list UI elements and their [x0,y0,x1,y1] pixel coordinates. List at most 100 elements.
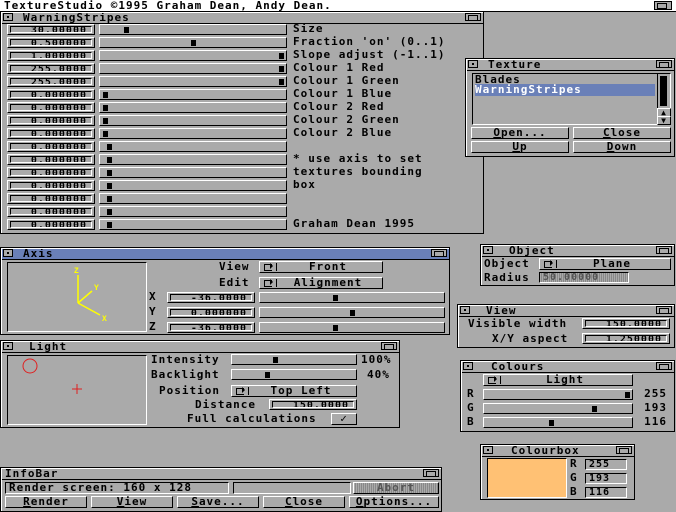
parameter-slider[interactable] [99,141,287,152]
slider-knob[interactable] [103,131,108,137]
scroll-down-arrow-icon[interactable]: ▼ [657,116,671,125]
slider-knob[interactable] [549,420,555,426]
view-titlebar[interactable]: View [458,304,674,317]
close-gadget-icon[interactable] [3,342,13,350]
slider-knob[interactable] [106,157,112,163]
parameter-slider[interactable] [99,180,287,191]
save-button[interactable]: Save... [177,496,259,508]
close-gadget-icon[interactable] [483,446,493,454]
close-gadget-icon[interactable] [460,306,470,314]
options-button[interactable]: Options... [349,496,439,508]
colour-channel-slider[interactable] [483,417,633,428]
parameter-slider[interactable] [99,154,287,165]
scrollbar-knob[interactable] [660,76,667,106]
full-calculations-checkbox[interactable]: ✓ [331,413,357,425]
slider-knob[interactable] [124,27,130,33]
slider-knob[interactable] [279,79,284,85]
list-item-selected[interactable]: WarningStripes [475,84,655,96]
backlight-slider[interactable] [231,369,357,380]
texture-list[interactable]: Blades WarningStripes [472,73,658,125]
depth-gadget-icon[interactable] [656,362,672,370]
slider-knob[interactable] [279,53,284,59]
parameter-slider[interactable] [99,76,287,87]
slider-knob[interactable] [103,92,108,98]
slider-knob[interactable] [272,357,278,363]
axis-slider[interactable] [259,307,445,318]
parameter-value-input[interactable]: 0.000000 [7,102,95,113]
axis-value-input[interactable]: -36.0000 [167,322,255,333]
light-preview[interactable] [7,355,147,425]
parameter-slider[interactable] [99,193,287,204]
view-button[interactable]: View [91,496,173,508]
axis-value-input[interactable]: -36.0000 [167,292,255,303]
slider-knob[interactable] [350,310,355,316]
axis-preview[interactable]: Z Y X [7,262,147,332]
object-titlebar[interactable]: Object [481,244,674,257]
parameter-value-input[interactable]: 255.0000 [7,63,95,74]
screen-depth-gadget[interactable] [654,1,672,10]
parameter-slider[interactable] [99,102,287,113]
parameter-value-input[interactable]: 0.000000 [7,219,95,230]
close-gadget-icon[interactable] [483,246,493,254]
parameter-value-input[interactable]: 0.000000 [7,141,95,152]
parameter-value-input[interactable]: 1.000000 [7,50,95,61]
parameter-value-input[interactable]: 0.000000 [7,89,95,100]
intensity-slider[interactable] [231,354,357,365]
parameter-slider[interactable] [99,206,287,217]
colour-channel-slider[interactable] [483,403,633,414]
open-button[interactable]: Open... [471,127,569,139]
slider-knob[interactable] [106,209,112,215]
slider-knob[interactable] [106,144,112,150]
axis-slider[interactable] [259,322,445,333]
parameter-slider[interactable] [99,167,287,178]
distance-input[interactable]: 150.0000 [269,399,357,410]
slider-knob[interactable] [103,105,108,111]
render-button[interactable]: Render [5,496,87,508]
depth-gadget-icon[interactable] [423,469,439,477]
down-button[interactable]: Down [573,141,671,153]
view-cycle-button[interactable]: Front [259,261,383,273]
close-button[interactable]: Close [573,127,671,139]
depth-gadget-icon[interactable] [616,446,632,454]
parameter-slider[interactable] [99,24,287,35]
parameter-value-input[interactable]: 0.500000 [7,37,95,48]
parameter-value-input[interactable]: 30.00000 [7,24,95,35]
close-gadget-icon[interactable] [468,60,478,68]
slider-knob[interactable] [191,40,196,46]
warningstripes-titlebar[interactable]: WarningStripes [1,11,483,24]
parameter-slider[interactable] [99,115,287,126]
depth-gadget-icon[interactable] [656,60,672,68]
parameter-value-input[interactable]: 255.0000 [7,76,95,87]
colours-titlebar[interactable]: Colours [461,360,674,373]
depth-gadget-icon[interactable] [465,13,481,21]
slider-knob[interactable] [264,372,270,378]
axis-titlebar[interactable]: Axis [1,247,449,260]
close-gadget-icon[interactable] [3,249,13,257]
parameter-value-input[interactable]: 0.000000 [7,115,95,126]
position-cycle-button[interactable]: Top Left [231,385,357,397]
slider-knob[interactable] [106,196,112,202]
close-gadget-icon[interactable] [463,362,473,370]
depth-gadget-icon[interactable] [381,342,397,350]
object-cycle-button[interactable]: Plane [539,258,671,270]
slider-knob[interactable] [332,325,338,331]
abort-button[interactable]: Abort [353,482,439,494]
depth-gadget-icon[interactable] [656,246,672,254]
list-scrollbar[interactable] [657,73,671,110]
parameter-value-input[interactable]: 0.000000 [7,128,95,139]
parameter-value-input[interactable]: 0.000000 [7,167,95,178]
slider-knob[interactable] [106,183,112,189]
infobar-titlebar[interactable]: InfoBar [1,467,441,480]
parameter-slider[interactable] [99,89,287,100]
edit-cycle-button[interactable]: Alignment [259,277,383,289]
depth-gadget-icon[interactable] [656,306,672,314]
axis-slider[interactable] [259,292,445,303]
parameter-slider[interactable] [99,50,287,61]
texture-titlebar[interactable]: Texture [466,58,674,71]
colourbox-titlebar[interactable]: Colourbox [481,444,634,457]
parameter-value-input[interactable]: 0.000000 [7,206,95,217]
slider-knob[interactable] [106,222,112,228]
slider-knob[interactable] [106,170,112,176]
parameter-slider[interactable] [99,63,287,74]
close-button[interactable]: Close [263,496,345,508]
